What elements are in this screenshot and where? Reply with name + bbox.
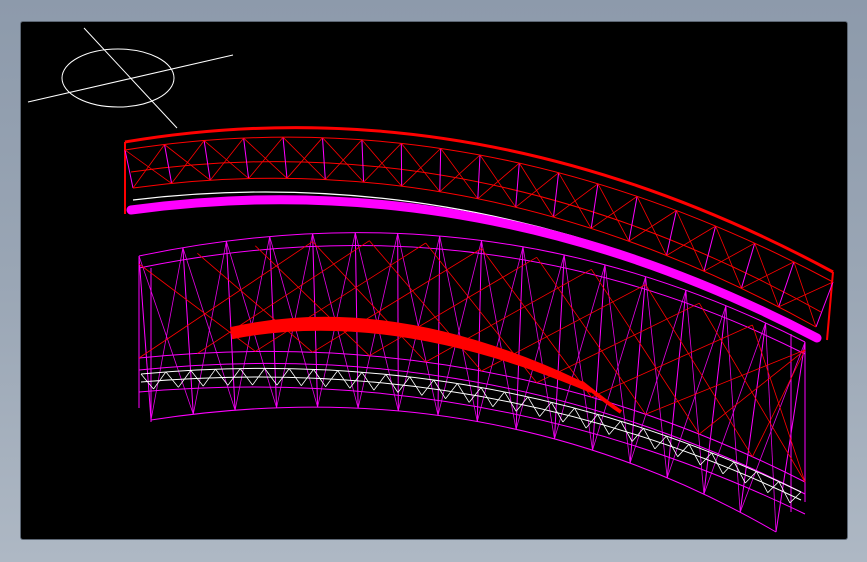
white-hidden-edges [140,367,802,501]
mesh-line [703,322,766,495]
cap-mesh-line [553,183,599,218]
strut-line [138,255,152,421]
red-mesh-line [591,324,753,398]
zigzag-line [654,435,667,450]
cap-mesh-line [439,154,481,193]
cap-mesh-line [171,140,205,184]
cap-strut-line [361,139,365,183]
zigzag-line [608,420,621,435]
cap-strut-line [439,148,442,192]
cap-mesh-line [477,162,520,200]
cap-strut-line [590,183,599,229]
red-mesh-line [369,240,482,372]
cap-strut-line [628,196,638,242]
cap-strut-line [666,210,677,256]
inner-red-mesh [138,240,806,483]
cap-mesh-line [515,172,559,208]
red-mesh-line [591,269,700,435]
cap-strut-line [553,172,560,218]
cap-strut-line [282,137,288,179]
mesh-line [150,247,184,421]
wireframe-canvas[interactable] [21,22,847,539]
red-mesh-line [698,302,806,483]
strut-line [515,246,524,430]
strut-line [739,322,767,513]
upper-cap-wireframe [124,126,834,341]
cap-mesh-line [132,144,165,189]
red-mesh-line [312,241,426,363]
coordinate-axes-icon [27,27,234,129]
cap-strut-line [703,225,717,272]
zigzag-line [789,491,802,504]
zigzag-line [700,452,712,466]
red-mesh-line [138,241,313,359]
zigzag-line [677,443,690,457]
cap-strut-line [124,149,134,189]
cap-strut-line [322,137,326,180]
mesh-line [182,247,236,411]
zigzag-line [745,471,757,484]
cap-strut-line [203,140,211,181]
red-mesh-line [481,248,592,398]
cap-mesh-line [325,139,363,180]
cap-strut-line [243,138,250,179]
cap-mesh-line [628,210,677,242]
cap-magenta-rail [126,195,822,343]
cap-mesh-line [401,148,441,187]
cad-viewport[interactable] [21,22,847,539]
cap-mesh-line [209,137,244,181]
cap-strut-line [477,154,481,199]
cap-strut-line [515,163,520,208]
cap-mesh-line [590,196,638,229]
red-mesh-line [425,268,592,363]
cap-mesh-line [248,136,284,179]
cap-strut-line [164,144,173,184]
mesh-line [476,246,524,422]
cap-mesh-line [286,137,323,179]
zigzag-line [562,407,575,423]
cap-strut-line [740,243,756,289]
cap-mesh-line [363,143,402,183]
zigzag-line [722,461,735,475]
